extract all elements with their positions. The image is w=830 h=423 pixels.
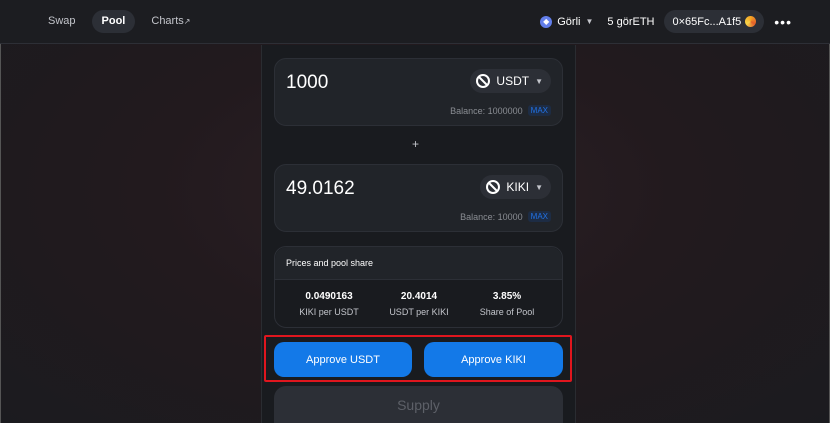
network-name: Görli: [557, 15, 581, 28]
max-button-a[interactable]: MAX: [527, 105, 551, 116]
wallet-avatar-icon: [745, 16, 757, 27]
nav-charts-label: Charts: [151, 15, 184, 27]
token-placeholder-icon: [486, 180, 501, 194]
stat-share-of-pool: 3.85% Share of Pool: [459, 291, 555, 317]
stat-value: 20.4014: [400, 291, 438, 302]
top-navigation-bar: Swap Pool Charts↗ ◆ Görli ▼ 5 görETH 0×6…: [0, 0, 830, 44]
approve-usdt-button[interactable]: Approve USDT: [274, 342, 412, 377]
chevron-down-icon: ▼: [535, 76, 543, 86]
token-select-usdt[interactable]: USDT ▼: [470, 69, 551, 93]
token-symbol-a: USDT: [496, 74, 530, 88]
main-nav: Swap Pool Charts↗: [38, 10, 200, 33]
chevron-down-icon: ▼: [585, 17, 594, 26]
max-button-b[interactable]: MAX: [527, 211, 551, 222]
balance-b: Balance: 10000: [460, 211, 523, 222]
stat-usdt-per-kiki: 20.4014 USDT per KIKI: [371, 291, 467, 317]
token-input-b[interactable]: 49.0162 KIKI ▼ Balance: 10000 MAX: [274, 164, 563, 232]
token-input-a[interactable]: 1000 USDT ▼ Balance: 1000000 MAX: [274, 58, 563, 126]
stat-label: KIKI per USDT: [299, 307, 359, 317]
ethereum-icon: ◆: [540, 15, 553, 28]
amount-input-a[interactable]: 1000: [286, 72, 328, 94]
prices-pool-share-card: Prices and pool share 0.0490163 KIKI per…: [274, 246, 563, 328]
stat-label: USDT per KIKI: [389, 307, 449, 317]
balance-row-b: Balance: 10000 MAX: [460, 211, 551, 222]
nav-charts[interactable]: Charts↗: [141, 10, 200, 33]
balance-a: Balance: 1000000: [450, 105, 523, 116]
plus-icon: +: [412, 137, 420, 151]
stat-label: Share of Pool: [479, 307, 535, 317]
amount-input-b[interactable]: 49.0162: [286, 178, 355, 200]
supply-button[interactable]: Supply: [274, 386, 563, 423]
header-right: ◆ Görli ▼ 5 görETH 0×65Fc...A1f5 •••: [536, 10, 792, 33]
wallet-address-button[interactable]: 0×65Fc...A1f5: [664, 10, 765, 33]
more-menu-icon[interactable]: •••: [774, 14, 792, 30]
stat-kiki-per-usdt: 0.0490163 KIKI per USDT: [281, 291, 377, 317]
wallet-address: 0×65Fc...A1f5: [672, 15, 742, 28]
nav-pool[interactable]: Pool: [91, 10, 136, 33]
stat-value: 0.0490163: [305, 291, 353, 302]
nav-swap[interactable]: Swap: [38, 10, 86, 33]
chevron-down-icon: ▼: [535, 182, 543, 192]
external-link-icon: ↗: [183, 17, 191, 26]
token-placeholder-icon: [476, 74, 491, 88]
eth-balance: 5 görETH: [607, 15, 655, 28]
network-selector[interactable]: ◆ Görli ▼: [536, 10, 597, 33]
token-symbol-b: KIKI: [506, 180, 530, 194]
balance-row-a: Balance: 1000000 MAX: [450, 105, 551, 116]
token-select-kiki[interactable]: KIKI ▼: [480, 175, 551, 199]
prices-title: Prices and pool share: [275, 247, 562, 280]
approve-kiki-button[interactable]: Approve KIKI: [424, 342, 563, 377]
stat-value: 3.85%: [492, 291, 522, 302]
